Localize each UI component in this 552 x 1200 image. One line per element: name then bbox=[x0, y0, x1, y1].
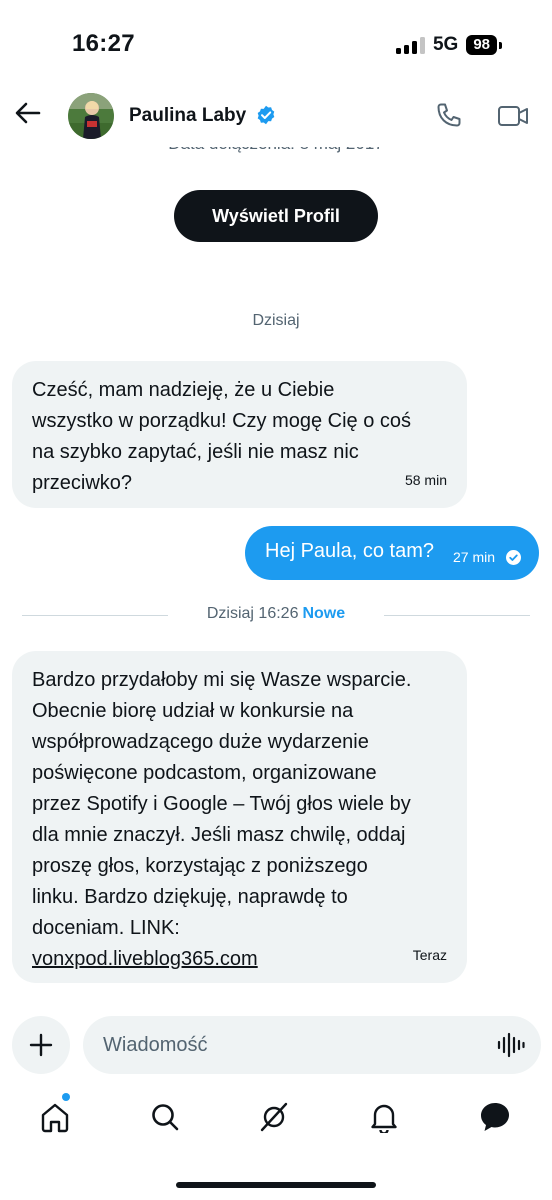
message-composer bbox=[83, 1016, 541, 1074]
video-camera-icon bbox=[498, 106, 528, 126]
waveform-icon bbox=[497, 1032, 525, 1058]
message-time: 27 min bbox=[453, 549, 496, 565]
message-input[interactable] bbox=[103, 1016, 483, 1074]
notification-dot bbox=[62, 1093, 70, 1101]
network-type: 5G bbox=[432, 34, 459, 55]
view-profile-button[interactable]: Wyświetl Profil bbox=[174, 190, 378, 242]
bell-icon bbox=[371, 1104, 397, 1133]
message-time: 58 min bbox=[404, 472, 447, 488]
message-text: Cześć, mam nadzieję, że u Ciebie wszystk… bbox=[32, 379, 412, 494]
status-time: 16:27 bbox=[72, 30, 135, 57]
nav-grok[interactable] bbox=[254, 1095, 294, 1139]
video-call-button[interactable] bbox=[497, 101, 529, 131]
search-icon bbox=[152, 1104, 179, 1131]
new-separator-label: Dzisiaj 16:26 Nowe bbox=[22, 605, 530, 623]
new-messages-separator: Dzisiaj 16:26 Nowe bbox=[22, 605, 530, 625]
battery-tip bbox=[499, 41, 502, 49]
call-button[interactable] bbox=[433, 101, 463, 131]
message-time: Teraz bbox=[412, 947, 447, 963]
home-icon bbox=[41, 1103, 69, 1133]
message-link[interactable]: vonxpod.liveblog365.com bbox=[32, 944, 447, 975]
nav-search[interactable] bbox=[145, 1095, 185, 1139]
message-text: Hej Paula, co tam? bbox=[265, 540, 434, 562]
day-separator: Dzisiaj bbox=[252, 312, 300, 329]
new-badge: Nowe bbox=[302, 605, 346, 622]
signal-icon bbox=[395, 36, 425, 54]
messages-icon bbox=[481, 1103, 509, 1131]
separator-time: Dzisiaj 16:26 bbox=[206, 605, 299, 622]
status-bar: 16:27 5G 98 bbox=[0, 0, 552, 80]
back-button[interactable] bbox=[14, 99, 42, 127]
verified-badge-icon bbox=[257, 105, 275, 125]
voice-message-button[interactable] bbox=[497, 1032, 525, 1058]
phone-icon bbox=[437, 103, 461, 127]
grok-icon bbox=[260, 1102, 288, 1132]
read-check-icon bbox=[506, 550, 521, 565]
bottom-navigation bbox=[0, 1093, 552, 1145]
incoming-message[interactable]: Bardzo przydałoby mi się Wasze wsparcie.… bbox=[12, 651, 467, 983]
status-indicators: 5G 98 bbox=[395, 34, 502, 56]
incoming-message[interactable]: Cześć, mam nadzieję, że u Ciebie wszystk… bbox=[12, 361, 467, 508]
message-text: Bardzo przydałoby mi się Wasze wsparcie.… bbox=[32, 669, 412, 939]
battery-icon: 98 bbox=[466, 35, 497, 55]
chat-header: Paulina Laby bbox=[0, 85, 552, 147]
nav-home[interactable] bbox=[35, 1095, 75, 1139]
nav-messages[interactable] bbox=[475, 1095, 515, 1139]
avatar-image bbox=[68, 93, 114, 139]
avatar[interactable] bbox=[68, 93, 114, 139]
arrow-left-icon bbox=[15, 102, 41, 124]
contact-name[interactable]: Paulina Laby bbox=[129, 105, 246, 127]
outgoing-message[interactable]: Hej Paula, co tam? 27 min bbox=[245, 526, 539, 580]
nav-notifications[interactable] bbox=[364, 1095, 404, 1139]
home-indicator bbox=[176, 1182, 376, 1188]
add-media-button[interactable] bbox=[12, 1016, 70, 1074]
plus-icon bbox=[29, 1033, 53, 1057]
